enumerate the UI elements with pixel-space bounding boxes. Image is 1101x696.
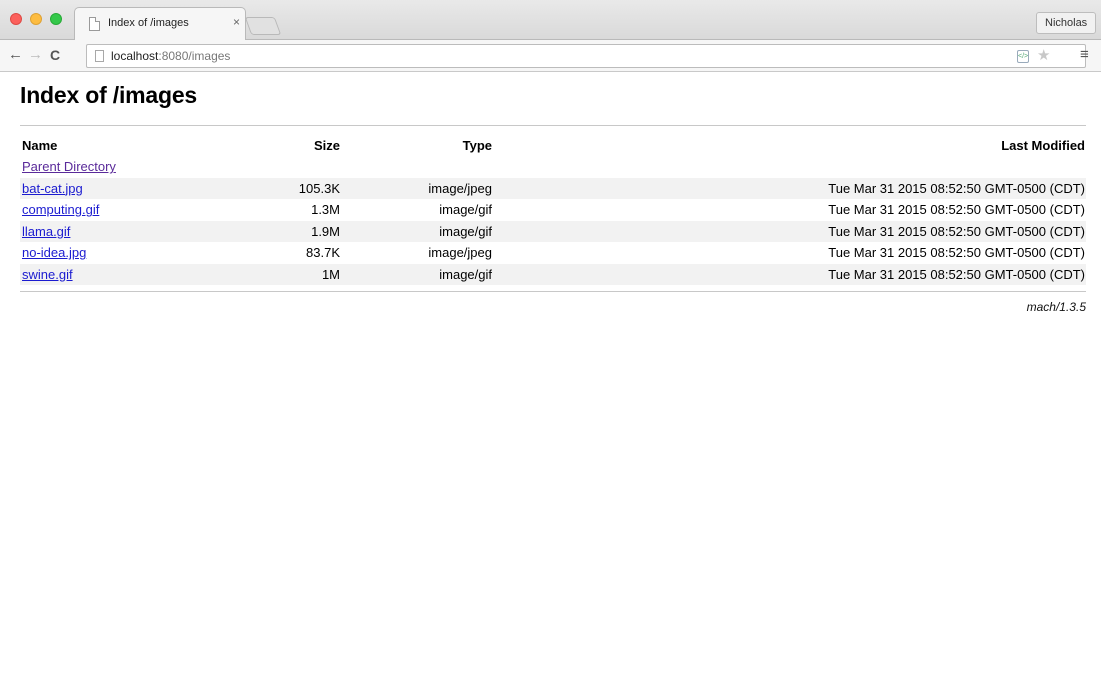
forward-arrow-icon[interactable]: →: [28, 47, 43, 63]
file-modified: Tue Mar 31 2015 08:52:50 GMT-0500 (CDT): [494, 177, 1086, 199]
file-type: image/jpeg: [428, 245, 492, 261]
title-bar: Index of /images × Nicholas: [0, 0, 1101, 41]
file-type: image/gif: [342, 220, 494, 242]
column-header-size[interactable]: Size: [240, 135, 342, 156]
file-listing-table: Name Size Type Last Modified Parent Dire…: [20, 135, 1086, 285]
file-size: 83.7K: [306, 245, 340, 261]
parent-directory-row: Parent Directory: [20, 156, 1086, 178]
file-size: 1.9M: [240, 220, 342, 242]
server-signature: mach/1.3.5: [1026, 300, 1086, 314]
file-link[interactable]: llama.gif: [22, 224, 70, 239]
browser-chrome: Index of /images × Nicholas ← → C localh…: [0, 0, 1101, 72]
file-modified: Tue Mar 31 2015 08:52:50 GMT-0500 (CDT): [828, 245, 1085, 261]
url-text[interactable]: localhost:8080/images: [111, 49, 230, 63]
back-arrow-icon[interactable]: ←: [8, 47, 23, 63]
parent-directory-link[interactable]: Parent Directory: [22, 159, 116, 174]
toolbar: ← → C localhost:8080/images </> ★ ≡: [0, 40, 1101, 72]
file-modified: Tue Mar 31 2015 08:52:50 GMT-0500 (CDT): [828, 202, 1085, 218]
reload-icon[interactable]: C: [50, 47, 60, 63]
page-icon: [95, 50, 104, 62]
minimize-window-button[interactable]: [30, 13, 42, 25]
table-header-row: Name Size Type Last Modified: [20, 135, 1086, 156]
table-row: bat-cat.jpg 105.3K image/jpeg Tue Mar 31…: [20, 177, 1086, 199]
close-icon[interactable]: ×: [233, 15, 240, 29]
bookmark-star-icon[interactable]: ★: [1037, 47, 1050, 65]
file-size: 1M: [240, 263, 342, 285]
file-link[interactable]: no-idea.jpg: [22, 245, 86, 260]
column-header-type[interactable]: Type: [342, 135, 494, 156]
file-link[interactable]: bat-cat.jpg: [22, 181, 83, 196]
file-link[interactable]: computing.gif: [22, 202, 99, 217]
page-title: Index of /images: [20, 82, 198, 108]
file-size: 105.3K: [240, 177, 342, 199]
extension-icon[interactable]: </>: [1017, 50, 1029, 63]
close-window-button[interactable]: [10, 13, 22, 25]
page-icon: [89, 17, 100, 31]
table-row: no-idea.jpg 83.7K image/jpeg Tue Mar 31 …: [20, 242, 1086, 264]
file-size: 1.3M: [311, 202, 340, 218]
url-host: localhost: [111, 49, 159, 63]
page-content: Index of /images Name Size Type Last Mod…: [20, 72, 1086, 314]
new-tab-button[interactable]: [244, 17, 282, 35]
column-header-name[interactable]: Name: [20, 135, 240, 156]
divider: [20, 125, 1086, 126]
url-path: :8080/images: [158, 49, 231, 63]
table-row: swine.gif 1M image/gif Tue Mar 31 2015 0…: [20, 263, 1086, 285]
tab-title: Index of /images: [108, 17, 189, 29]
file-link[interactable]: swine.gif: [22, 267, 73, 282]
divider: [20, 291, 1086, 292]
column-header-last-modified[interactable]: Last Modified: [494, 135, 1086, 156]
zoom-window-button[interactable]: [50, 13, 62, 25]
file-type: image/gif: [342, 263, 494, 285]
table-row: llama.gif 1.9M image/gif Tue Mar 31 2015…: [20, 220, 1086, 242]
file-modified: Tue Mar 31 2015 08:52:50 GMT-0500 (CDT): [494, 220, 1086, 242]
address-bar[interactable]: localhost:8080/images </> ★: [86, 44, 1086, 68]
tab-index-of-images[interactable]: Index of /images ×: [74, 7, 246, 41]
profile-button[interactable]: Nicholas: [1036, 12, 1097, 34]
file-modified: Tue Mar 31 2015 08:52:50 GMT-0500 (CDT): [494, 263, 1086, 285]
file-type: image/gif: [439, 202, 492, 218]
table-row: computing.gif 1.3M image/gif Tue Mar 31 …: [20, 199, 1086, 221]
hamburger-menu-icon[interactable]: ≡: [1080, 47, 1089, 63]
file-type: image/jpeg: [342, 177, 494, 199]
